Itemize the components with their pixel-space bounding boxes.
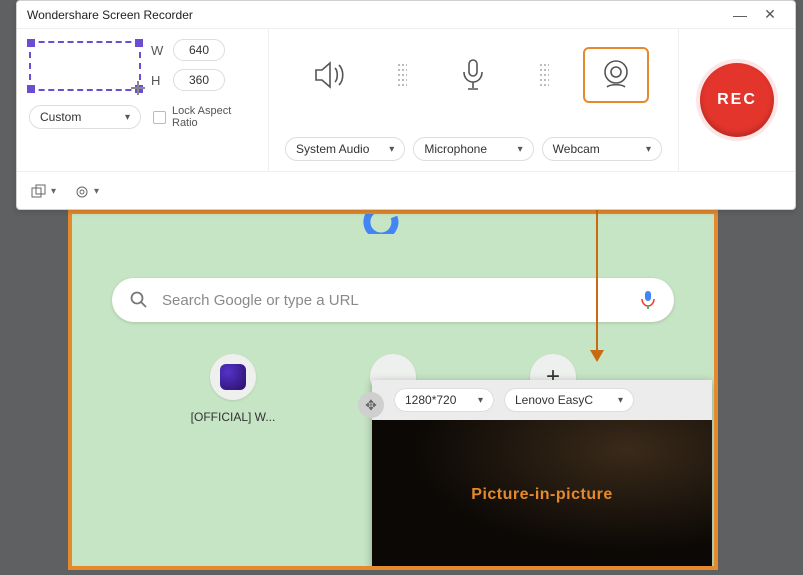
record-section: REC (679, 29, 795, 171)
microphone-icon (459, 58, 487, 92)
screens-icon (31, 184, 47, 200)
settings-button[interactable]: ▾ (74, 184, 99, 200)
devices-section: System Audio▾ Microphone▾ Webcam▾ (269, 29, 679, 171)
chevron-down-icon: ▾ (94, 186, 99, 197)
footer-bar: ▾ ▾ (17, 171, 795, 211)
pip-move-handle[interactable]: ✥ (358, 392, 384, 418)
webcam-dropdown[interactable]: Webcam▾ (542, 137, 662, 161)
lock-aspect-checkbox[interactable] (153, 111, 166, 124)
capture-region-box[interactable] (29, 41, 141, 91)
google-logo-fragment (363, 214, 423, 234)
system-audio-dropdown[interactable]: System Audio▾ (285, 137, 405, 161)
pip-panel[interactable]: ✥ 1280*720▾ Lenovo EasyC▾ Picture-in-pic… (372, 380, 712, 566)
width-input[interactable] (173, 39, 225, 61)
chevron-down-icon: ▾ (389, 144, 394, 155)
width-label: W (151, 43, 165, 58)
webcam-toggle[interactable] (583, 47, 649, 103)
minimize-button[interactable]: — (725, 7, 755, 23)
filmora-icon (220, 364, 246, 390)
toolbar: W H Custom ▾ Lock AspectRatio (17, 29, 795, 171)
search-icon (130, 291, 148, 309)
browser-canvas: Search Google or type a URL [OFFICIAL] W… (72, 214, 714, 566)
capture-section: W H Custom ▾ Lock AspectRatio (17, 29, 269, 171)
gear-icon (74, 184, 90, 200)
drag-handle-icon[interactable] (397, 64, 407, 86)
shortcut-official[interactable]: [OFFICIAL] W... (183, 354, 283, 424)
recorder-window: Wondershare Screen Recorder — ✕ W H (16, 0, 796, 210)
chevron-down-icon: ▾ (618, 395, 623, 406)
microphone-dropdown[interactable]: Microphone▾ (413, 137, 533, 161)
capture-mode-dropdown[interactable]: Custom ▾ (29, 105, 141, 129)
drag-handle-icon[interactable] (540, 64, 550, 86)
pip-caption: Picture-in-picture (471, 486, 612, 504)
voice-search-icon[interactable] (640, 290, 656, 310)
speaker-icon (313, 60, 349, 90)
titlebar: Wondershare Screen Recorder — ✕ (17, 1, 795, 29)
move-handle-icon[interactable] (131, 81, 145, 95)
recording-frame[interactable]: Search Google or type a URL [OFFICIAL] W… (68, 210, 718, 570)
chevron-down-icon: ▾ (51, 186, 56, 197)
capture-mode-value: Custom (40, 110, 81, 124)
pip-toolbar: 1280*720▾ Lenovo EasyC▾ (372, 380, 712, 420)
height-label: H (151, 73, 165, 88)
chevron-down-icon: ▾ (646, 144, 651, 155)
search-bar[interactable]: Search Google or type a URL (112, 278, 674, 322)
chevron-down-icon: ▾ (478, 395, 483, 406)
pip-preview: Picture-in-picture (372, 420, 712, 566)
webcam-icon (599, 59, 633, 91)
chevron-down-icon: ▾ (125, 112, 130, 123)
system-audio-toggle[interactable] (298, 47, 364, 103)
close-button[interactable]: ✕ (755, 6, 785, 23)
pip-resolution-dropdown[interactable]: 1280*720▾ (394, 388, 494, 412)
capture-target-button[interactable]: ▾ (31, 184, 56, 200)
chevron-down-icon: ▾ (518, 144, 523, 155)
pip-camera-dropdown[interactable]: Lenovo EasyC▾ (504, 388, 634, 412)
record-button[interactable]: REC (700, 63, 774, 137)
microphone-toggle[interactable] (440, 47, 506, 103)
height-input[interactable] (173, 69, 225, 91)
window-title: Wondershare Screen Recorder (27, 8, 193, 22)
search-placeholder: Search Google or type a URL (162, 292, 626, 309)
lock-aspect-label: Lock AspectRatio (172, 105, 231, 129)
